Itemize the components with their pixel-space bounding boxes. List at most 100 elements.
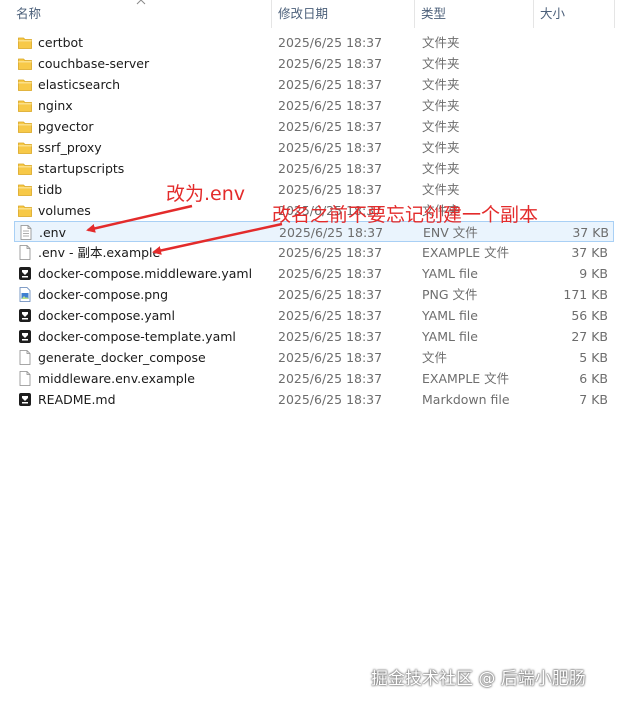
file-row[interactable]: generate_docker_compose 2025/6/25 18:37 文件… (14, 347, 614, 368)
folder-row[interactable]: certbot 2025/6/25 18:37 文件夹 (14, 32, 614, 53)
app-file-icon (18, 392, 32, 407)
file-modified-date: 2025/6/25 18:37 (278, 392, 383, 407)
column-header-size[interactable]: 大小 (534, 0, 614, 28)
folder-row[interactable]: startupscripts 2025/6/25 18:37 文件夹 (14, 158, 614, 179)
app-file-icon (18, 308, 32, 323)
folder-row[interactable]: pgvector 2025/6/25 18:37 文件夹 (14, 116, 614, 137)
folder-icon (18, 140, 32, 155)
column-header-name[interactable]: 名称 (10, 0, 270, 28)
file-type: 文件 (422, 350, 448, 365)
folder-icon (18, 182, 32, 197)
folder-row[interactable]: nginx 2025/6/25 18:37 文件夹 (14, 95, 614, 116)
file-row[interactable]: docker-compose.yaml 2025/6/25 18:37 YAML f… (14, 305, 614, 326)
file-name: couchbase-server (38, 56, 150, 71)
file-name: docker-compose.middleware.yaml (38, 266, 253, 281)
column-header-type[interactable]: 类型 (415, 0, 533, 28)
file-modified-date: 2025/6/25 18:37 (278, 98, 383, 113)
file-row[interactable]: .env - 副本.example 2025/6/25 18:37 EXAMPLE … (14, 242, 614, 263)
file-size: 7 KB (579, 392, 608, 407)
file-name: certbot (38, 35, 84, 50)
column-header-bar: 名称 修改日期 类型 大小 (0, 0, 639, 30)
file-modified-date: 2025/6/25 18:37 (278, 245, 383, 260)
folder-icon (18, 98, 32, 113)
file-name: pgvector (38, 119, 94, 134)
file-type: YAML file (422, 308, 478, 323)
file-type: 文件夹 (422, 182, 460, 197)
text-file-icon (19, 225, 33, 240)
file-type: 文件夹 (422, 140, 460, 155)
watermark: 掘金技术社区 @ 后端小肥肠 (371, 669, 586, 689)
folder-row[interactable]: elasticsearch 2025/6/25 18:37 文件夹 (14, 74, 614, 95)
file-modified-date: 2025/6/25 18:37 (278, 266, 383, 281)
blank-file-icon (18, 245, 32, 260)
file-type: Markdown file (422, 392, 510, 407)
file-modified-date: 2025/6/25 18:37 (278, 308, 383, 323)
file-type: 文件夹 (422, 35, 460, 50)
file-row[interactable]: docker-compose.middleware.yaml 2025/6/25 … (14, 263, 614, 284)
file-type: EXAMPLE 文件 (422, 371, 510, 386)
file-modified-date: 2025/6/25 18:37 (278, 329, 383, 344)
file-name: README.md (38, 392, 116, 407)
file-name: nginx (38, 98, 73, 113)
file-row[interactable]: docker-compose.png 2025/6/25 18:37 PNG 文件 1… (14, 284, 614, 305)
file-name: middleware.env.example (38, 371, 195, 386)
file-name: docker-compose.yaml (38, 308, 175, 323)
file-row[interactable]: middleware.env.example 2025/6/25 18:37 EXA… (14, 368, 614, 389)
file-name: .env (39, 225, 66, 240)
file-type: 文件夹 (422, 98, 460, 113)
file-type: YAML file (422, 266, 478, 281)
file-modified-date: 2025/6/25 18:37 (278, 56, 383, 71)
app-file-icon (18, 329, 32, 344)
folder-icon (18, 56, 32, 71)
file-size: 9 KB (579, 266, 608, 281)
file-name: docker-compose-template.yaml (38, 329, 236, 344)
file-type: PNG 文件 (422, 287, 478, 302)
file-name: elasticsearch (38, 77, 121, 92)
file-type: 文件夹 (422, 77, 460, 92)
file-name: generate_docker_compose (38, 350, 206, 365)
file-type: YAML file (422, 329, 478, 344)
folder-icon (18, 119, 32, 134)
file-modified-date: 2025/6/25 18:37 (278, 35, 383, 50)
column-divider[interactable] (614, 0, 615, 28)
file-size: 5 KB (579, 350, 608, 365)
file-modified-date: 2025/6/25 18:37 (278, 371, 383, 386)
rename-annotation: 改为.env (166, 183, 246, 205)
file-name: .env - 副本.example (38, 245, 161, 260)
file-size: 171 KB (563, 287, 608, 302)
file-modified-date: 2025/6/25 18:37 (278, 161, 383, 176)
folder-row[interactable]: couchbase-server 2025/6/25 18:37 文件夹 (14, 53, 614, 74)
blank-file-icon (18, 371, 32, 386)
file-modified-date: 2025/6/25 18:37 (278, 182, 383, 197)
file-type: 文件夹 (422, 56, 460, 71)
folder-row[interactable]: tidb 2025/6/25 18:37 文件夹 (14, 179, 614, 200)
folder-icon (18, 203, 32, 218)
file-modified-date: 2025/6/25 18:37 (278, 119, 383, 134)
file-row[interactable]: README.md 2025/6/25 18:37 Markdown file 7 K… (14, 389, 614, 410)
file-size: 37 KB (571, 245, 608, 260)
file-type: 文件夹 (422, 119, 460, 134)
file-size: 27 KB (571, 329, 608, 344)
image-file-icon (18, 287, 32, 302)
file-size: 6 KB (579, 371, 608, 386)
file-modified-date: 2025/6/25 18:37 (278, 140, 383, 155)
file-modified-date: 2025/6/25 18:37 (278, 350, 383, 365)
file-name: volumes (38, 203, 91, 218)
file-type: 文件夹 (422, 161, 460, 176)
app-file-icon (18, 266, 32, 281)
file-name: startupscripts (38, 161, 125, 176)
blank-file-icon (18, 350, 32, 365)
file-name: ssrf_proxy (38, 140, 102, 155)
folder-icon (18, 77, 32, 92)
file-row[interactable]: docker-compose-template.yaml 2025/6/25 18… (14, 326, 614, 347)
folder-icon (18, 35, 32, 50)
file-type: EXAMPLE 文件 (422, 245, 510, 260)
file-modified-date: 2025/6/25 18:37 (278, 77, 383, 92)
file-name: tidb (38, 182, 63, 197)
folder-row[interactable]: ssrf_proxy 2025/6/25 18:37 文件夹 (14, 137, 614, 158)
folder-icon (18, 161, 32, 176)
column-header-date[interactable]: 修改日期 (272, 0, 414, 28)
file-modified-date: 2025/6/25 18:37 (278, 287, 383, 302)
file-size: 37 KB (572, 225, 609, 240)
file-size: 56 KB (571, 308, 608, 323)
